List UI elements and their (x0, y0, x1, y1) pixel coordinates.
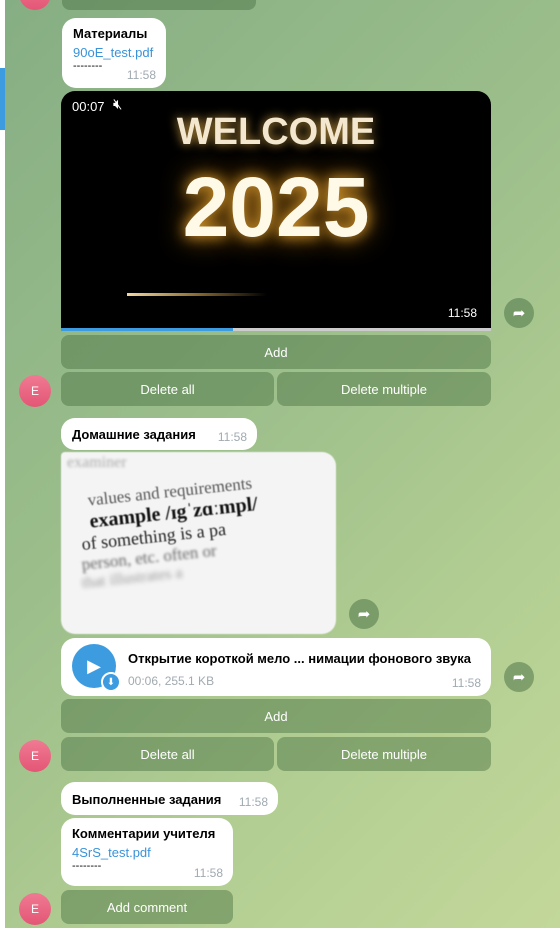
video-time: 11:58 (447, 306, 477, 320)
previous-button[interactable] (62, 0, 256, 10)
message-time: 11:58 (126, 68, 156, 82)
delete-multiple-button[interactable]: Delete multiple (277, 372, 491, 406)
message-title: Выполненные задания (72, 792, 222, 807)
download-icon[interactable]: ⬇ (101, 672, 121, 692)
left-border (0, 0, 5, 928)
add-comment-button[interactable]: Add comment (61, 890, 233, 924)
video-progress[interactable] (61, 328, 491, 331)
audio-meta: 00:06, 255.1 KB (128, 674, 215, 688)
share-icon[interactable]: ➦ (504, 662, 534, 692)
scroll-indicator[interactable] (0, 68, 5, 130)
audio-message: ▶ ⬇ Открытие короткой мело ... нимации ф… (61, 638, 491, 696)
video-year: 2025 (182, 160, 370, 254)
delete-all-button[interactable]: Delete all (61, 737, 274, 771)
message-time: 11:58 (238, 795, 268, 809)
video-player[interactable]: 00:07 🔇︎ WELCOME 2025 11:58 (61, 91, 491, 331)
message-time: 11:58 (217, 430, 247, 444)
add-button[interactable]: Add (61, 335, 491, 369)
video-headline: WELCOME (176, 111, 376, 153)
message-time: 11:58 (451, 676, 481, 690)
file-link[interactable]: 4SrS_test.pdf (72, 845, 222, 860)
avatar[interactable] (19, 0, 51, 10)
homework-image[interactable]: examiner values and requirements example… (61, 452, 336, 634)
avatar[interactable]: E (19, 375, 51, 407)
delete-multiple-button[interactable]: Delete multiple (277, 737, 491, 771)
file-link[interactable]: 90oE_test.pdf (73, 45, 155, 60)
video-progress-fill (61, 328, 233, 331)
homework-message: Домашние задания 11:58 (61, 418, 257, 450)
materials-message: Материалы 90oE_test.pdf -------- 11:58 (62, 18, 166, 88)
message-time: 11:58 (193, 866, 223, 880)
avatar[interactable]: E (19, 740, 51, 772)
delete-all-button[interactable]: Delete all (61, 372, 274, 406)
message-title: Комментарии учителя (72, 826, 216, 841)
comments-message: Комментарии учителя 4SrS_test.pdf ------… (61, 818, 233, 886)
message-title: Материалы (73, 26, 148, 41)
add-button[interactable]: Add (61, 699, 491, 733)
done-message: Выполненные задания 11:58 (61, 782, 278, 815)
message-title: Домашние задания (72, 427, 196, 442)
audio-title: Открытие короткой мело ... нимации фонов… (128, 651, 471, 666)
avatar[interactable]: E (19, 893, 51, 925)
share-icon[interactable]: ➦ (349, 599, 379, 629)
sparkle-trail (127, 293, 267, 296)
share-icon[interactable]: ➦ (504, 298, 534, 328)
